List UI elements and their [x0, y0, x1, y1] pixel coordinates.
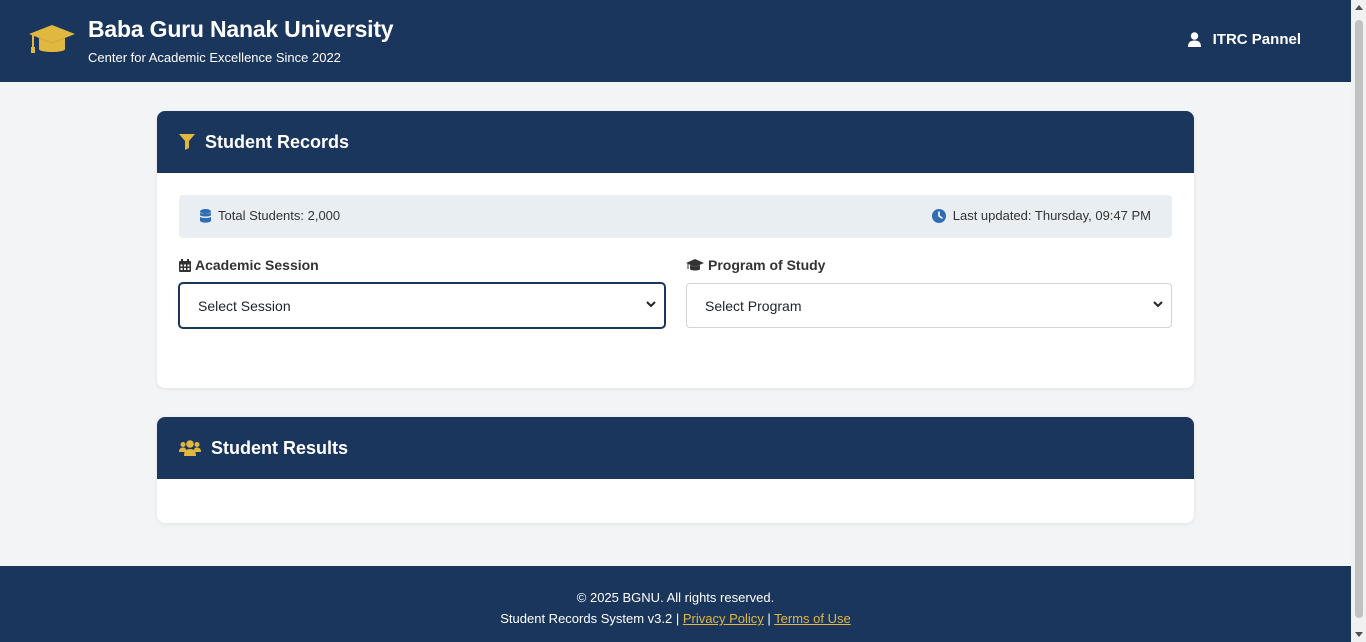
site-header: Baba Guru Nanak University Center for Ac… [0, 0, 1351, 82]
last-updated-stat: Last updated: Thursday, 09:47 PM [931, 208, 1151, 223]
graduation-cap-icon [29, 25, 75, 53]
user-icon [1187, 32, 1201, 47]
terms-of-use-link[interactable]: Terms of Use [774, 611, 851, 626]
program-select-value: Select Program [705, 297, 802, 314]
program-label-text: Program of Study [708, 257, 826, 273]
last-updated-text: Last updated: Thursday, 09:47 PM [952, 208, 1151, 223]
student-results-title: Student Results [211, 437, 349, 458]
system-version-text: Student Records System v3.2 | [500, 611, 680, 626]
privacy-policy-link[interactable]: Privacy Policy [683, 611, 764, 626]
session-select-value: Select Session [198, 297, 291, 314]
user-menu-label: ITRC Pannel [1212, 31, 1301, 48]
total-students-stat: Total Students: 2,000 [200, 208, 340, 223]
university-title: Baba Guru Nanak University [88, 16, 394, 42]
vertical-scrollbar[interactable] [1351, 0, 1366, 642]
users-icon [179, 440, 201, 456]
session-label: Academic Session [179, 257, 319, 273]
session-select[interactable]: Select Session [179, 283, 665, 328]
database-icon [200, 208, 211, 223]
student-records-title: Student Records [205, 131, 350, 152]
student-results-card: Student Results [157, 417, 1194, 523]
program-label: Program of Study [686, 257, 825, 273]
student-records-card: Student Records Total Students: 2,000 La… [157, 111, 1194, 388]
university-subtitle: Center for Academic Excellence Since 202… [88, 50, 341, 65]
clock-icon [931, 208, 946, 223]
page: Baba Guru Nanak University Center for Ac… [0, 0, 1351, 642]
footer-links-row: Student Records System v3.2 | Privacy Po… [0, 611, 1351, 626]
footer-separator: | [767, 611, 771, 626]
user-menu[interactable]: ITRC Pannel [1187, 31, 1301, 48]
total-students-text: Total Students: 2,000 [218, 208, 341, 223]
stats-bar: Total Students: 2,000 Last updated: Thur… [179, 195, 1172, 238]
session-label-text: Academic Session [195, 257, 319, 273]
graduation-cap-small-icon [686, 258, 704, 270]
scroll-up-arrow-icon[interactable] [1355, 5, 1363, 10]
student-records-header: Student Records [157, 111, 1194, 173]
scroll-down-arrow-icon[interactable] [1355, 632, 1363, 637]
site-footer: © 2025 BGNU. All rights reserved. Studen… [0, 566, 1351, 642]
copyright-text: © 2025 BGNU. All rights reserved. [576, 590, 775, 605]
chevron-down-icon [646, 301, 656, 308]
scrollbar-thumb[interactable] [1355, 20, 1363, 618]
student-results-header: Student Results [157, 417, 1194, 479]
calendar-icon [179, 258, 191, 272]
filter-icon [179, 134, 195, 150]
chevron-down-icon [1153, 301, 1163, 308]
program-select[interactable]: Select Program [686, 283, 1172, 328]
